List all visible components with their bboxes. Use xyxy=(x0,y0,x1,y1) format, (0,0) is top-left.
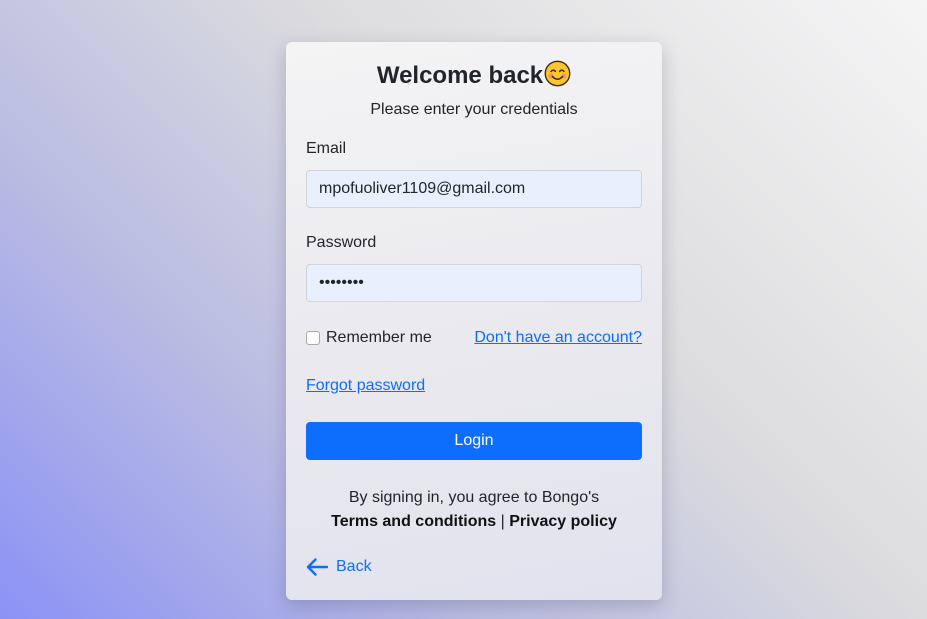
login-button[interactable]: Login xyxy=(306,422,642,460)
remember-me-checkbox[interactable] xyxy=(306,331,320,345)
remember-me[interactable]: Remember me xyxy=(306,328,432,348)
terms-notice-text: By signing in, you agree to Bongo's xyxy=(286,486,662,510)
privacy-link[interactable]: Privacy policy xyxy=(509,513,617,530)
back-label: Back xyxy=(336,558,372,576)
password-label: Password xyxy=(306,233,376,253)
terms-link[interactable]: Terms and conditions xyxy=(331,513,496,530)
forgot-password-link[interactable]: Forgot password xyxy=(306,376,425,396)
arrow-left-icon xyxy=(306,558,328,576)
terms-links: Terms and conditions | Privacy policy xyxy=(286,510,662,534)
page-title-text: Welcome back xyxy=(377,62,543,89)
password-field[interactable] xyxy=(306,264,642,302)
terms-separator: | xyxy=(501,513,505,530)
email-field[interactable] xyxy=(306,170,642,208)
smiling-face-icon xyxy=(544,60,571,87)
signup-link[interactable]: Don't have an account? xyxy=(474,328,642,348)
email-label: Email xyxy=(306,139,346,159)
remember-me-label: Remember me xyxy=(326,329,432,347)
back-button[interactable]: Back xyxy=(306,556,372,578)
page-title: Welcome back xyxy=(286,61,662,91)
login-card: Welcome back Please enter your credentia… xyxy=(286,42,662,600)
page-subtitle: Please enter your credentials xyxy=(286,100,662,120)
terms-notice: By signing in, you agree to Bongo's Term… xyxy=(286,486,662,534)
